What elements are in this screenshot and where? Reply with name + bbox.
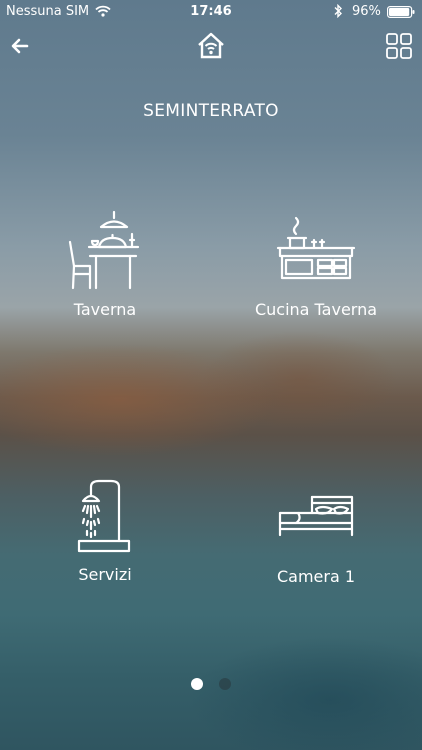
page-title: SEMINTERRATO [143, 101, 279, 121]
room-servizi[interactable]: Servizi [15, 475, 195, 595]
room-cucina-taverna[interactable]: Cucina Taverna [226, 210, 406, 330]
home-wifi-icon[interactable] [195, 30, 227, 62]
status-bar: Nessuna SIM 17:46 96% [0, 0, 422, 24]
shower-icon [77, 479, 131, 553]
dining-table-icon [68, 210, 140, 290]
nav-bar [0, 30, 422, 64]
page-dot-1[interactable] [191, 678, 204, 690]
room-taverna[interactable]: Taverna [15, 210, 195, 330]
grid-icon[interactable] [385, 32, 413, 60]
kitchen-icon [276, 216, 356, 280]
page-dot-2[interactable] [218, 678, 231, 690]
battery-icon [387, 6, 415, 22]
bluetooth-icon [333, 3, 343, 22]
room-camera-1[interactable]: Camera 1 [226, 495, 406, 615]
battery-percent: 96% [352, 4, 381, 19]
bed-icon [278, 495, 354, 537]
page-indicator [0, 675, 422, 694]
arrow-left-icon[interactable] [8, 34, 32, 58]
room-label: Servizi [78, 565, 132, 584]
room-label: Cucina Taverna [254, 300, 378, 319]
room-label: Taverna [73, 300, 137, 319]
room-label: Camera 1 [276, 567, 356, 586]
